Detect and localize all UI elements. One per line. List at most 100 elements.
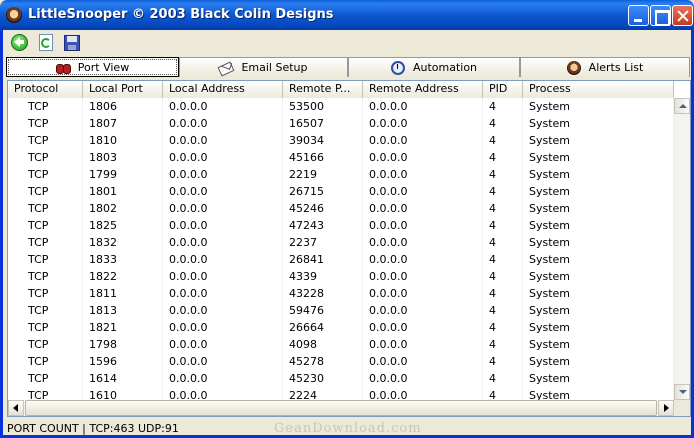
cell-remote-address: 0.0.0.0	[363, 285, 483, 302]
table-row[interactable]: TCP 1813 0.0.0.0 59476 0.0.0.0 4 System	[8, 302, 674, 319]
table-row[interactable]: TCP 1822 0.0.0.0 4339 0.0.0.0 4 System	[8, 268, 674, 285]
email-icon	[218, 61, 235, 76]
cell-pid: 4	[483, 132, 523, 149]
cell-local-port: 1806	[83, 98, 163, 115]
cell-process: System	[523, 387, 674, 400]
table-row[interactable]: TCP 1614 0.0.0.0 45230 0.0.0.0 4 System	[8, 370, 674, 387]
save-icon[interactable]	[62, 33, 82, 53]
cell-protocol: TCP	[8, 234, 83, 251]
cell-local-port: 1810	[83, 132, 163, 149]
cell-local-port: 1833	[83, 251, 163, 268]
cell-local-address: 0.0.0.0	[163, 217, 283, 234]
column-header-row: Protocol Local Port Local Address Remote…	[8, 81, 674, 98]
column-header-protocol[interactable]: Protocol	[8, 81, 83, 98]
cell-remote-address: 0.0.0.0	[363, 166, 483, 183]
cell-protocol: TCP	[8, 353, 83, 370]
cell-local-port: 1596	[83, 353, 163, 370]
close-icon[interactable]	[672, 5, 693, 26]
table-row[interactable]: TCP 1798 0.0.0.0 4098 0.0.0.0 4 System	[8, 336, 674, 353]
cell-local-port: 1813	[83, 302, 163, 319]
cell-remote-address: 0.0.0.0	[363, 336, 483, 353]
tab-label: Email Setup	[241, 61, 308, 74]
cell-remote-port: 26664	[283, 319, 363, 336]
table-row[interactable]: TCP 1810 0.0.0.0 39034 0.0.0.0 4 System	[8, 132, 674, 149]
column-header-remote-port[interactable]: Remote P...	[283, 81, 363, 98]
table-row[interactable]: TCP 1596 0.0.0.0 45278 0.0.0.0 4 System	[8, 353, 674, 370]
cell-pid: 4	[483, 183, 523, 200]
tab-alerts-list[interactable]: Alerts List	[520, 57, 690, 77]
minimize-icon[interactable]	[628, 5, 649, 26]
cell-protocol: TCP	[8, 200, 83, 217]
cell-remote-port: 47243	[283, 217, 363, 234]
vertical-scrollbar[interactable]	[674, 98, 690, 400]
cell-remote-port: 45278	[283, 353, 363, 370]
cell-local-port: 1802	[83, 200, 163, 217]
column-header-process[interactable]: Process	[523, 81, 674, 98]
cell-pid: 4	[483, 251, 523, 268]
table-row[interactable]: TCP 1801 0.0.0.0 26715 0.0.0.0 4 System	[8, 183, 674, 200]
tab-port-view[interactable]: Port View	[6, 57, 179, 77]
table-row[interactable]: TCP 1811 0.0.0.0 43228 0.0.0.0 4 System	[8, 285, 674, 302]
cell-local-port: 1821	[83, 319, 163, 336]
cell-protocol: TCP	[8, 115, 83, 132]
cell-remote-address: 0.0.0.0	[363, 302, 483, 319]
back-icon[interactable]	[10, 33, 30, 53]
cell-remote-address: 0.0.0.0	[363, 319, 483, 336]
table-row[interactable]: TCP 1821 0.0.0.0 26664 0.0.0.0 4 System	[8, 319, 674, 336]
cell-remote-address: 0.0.0.0	[363, 217, 483, 234]
cell-local-address: 0.0.0.0	[163, 115, 283, 132]
cell-remote-port: 53500	[283, 98, 363, 115]
table-row[interactable]: TCP 1610 0.0.0.0 2224 0.0.0.0 4 System	[8, 387, 674, 400]
cell-process: System	[523, 234, 674, 251]
cell-protocol: TCP	[8, 217, 83, 234]
horizontal-scrollbar[interactable]	[8, 400, 674, 416]
table-row[interactable]: TCP 1806 0.0.0.0 53500 0.0.0.0 4 System	[8, 98, 674, 115]
table-row[interactable]: TCP 1807 0.0.0.0 16507 0.0.0.0 4 System	[8, 115, 674, 132]
cell-local-port: 1799	[83, 166, 163, 183]
port-list[interactable]: Protocol Local Port Local Address Remote…	[7, 80, 691, 417]
cell-process: System	[523, 98, 674, 115]
scroll-right-icon[interactable]	[658, 400, 674, 416]
horizontal-scroll-thumb[interactable]	[25, 400, 657, 416]
cell-local-port: 1798	[83, 336, 163, 353]
cell-local-port: 1807	[83, 115, 163, 132]
app-icon[interactable]	[6, 7, 22, 23]
table-row[interactable]: TCP 1802 0.0.0.0 45246 0.0.0.0 4 System	[8, 200, 674, 217]
title-bar[interactable]: LittleSnooper © 2003 Black Colin Designs	[0, 0, 694, 30]
scroll-down-icon[interactable]	[674, 384, 690, 400]
cell-pid: 4	[483, 387, 523, 400]
cell-local-address: 0.0.0.0	[163, 319, 283, 336]
table-row[interactable]: TCP 1799 0.0.0.0 2219 0.0.0.0 4 System	[8, 166, 674, 183]
column-header-local-address[interactable]: Local Address	[163, 81, 283, 98]
cell-remote-address: 0.0.0.0	[363, 353, 483, 370]
cell-local-port: 1614	[83, 370, 163, 387]
cell-pid: 4	[483, 336, 523, 353]
cell-process: System	[523, 336, 674, 353]
tab-automation[interactable]: Automation	[348, 57, 520, 77]
tab-email-setup[interactable]: Email Setup	[179, 57, 348, 77]
refresh-icon[interactable]	[36, 33, 56, 53]
table-row[interactable]: TCP 1832 0.0.0.0 2237 0.0.0.0 4 System	[8, 234, 674, 251]
cell-remote-port: 26841	[283, 251, 363, 268]
column-header-pid[interactable]: PID	[483, 81, 523, 98]
maximize-icon[interactable]	[650, 5, 671, 26]
scroll-left-icon[interactable]	[8, 400, 24, 416]
column-header-remote-address[interactable]: Remote Address	[363, 81, 483, 98]
table-row[interactable]: TCP 1833 0.0.0.0 26841 0.0.0.0 4 System	[8, 251, 674, 268]
cell-protocol: TCP	[8, 149, 83, 166]
table-row[interactable]: TCP 1825 0.0.0.0 47243 0.0.0.0 4 System	[8, 217, 674, 234]
cell-local-address: 0.0.0.0	[163, 183, 283, 200]
cell-pid: 4	[483, 98, 523, 115]
table-row[interactable]: TCP 1803 0.0.0.0 45166 0.0.0.0 4 System	[8, 149, 674, 166]
cell-local-address: 0.0.0.0	[163, 251, 283, 268]
cell-process: System	[523, 115, 674, 132]
cell-local-address: 0.0.0.0	[163, 132, 283, 149]
cell-remote-address: 0.0.0.0	[363, 149, 483, 166]
scroll-up-icon[interactable]	[674, 98, 690, 114]
cell-local-address: 0.0.0.0	[163, 353, 283, 370]
status-text: PORT COUNT | TCP:463 UDP:91	[7, 422, 179, 435]
cell-local-port: 1822	[83, 268, 163, 285]
table-body: TCP 1806 0.0.0.0 53500 0.0.0.0 4 System TCP 1807…	[8, 98, 674, 400]
cell-local-port: 1811	[83, 285, 163, 302]
column-header-local-port[interactable]: Local Port	[83, 81, 163, 98]
